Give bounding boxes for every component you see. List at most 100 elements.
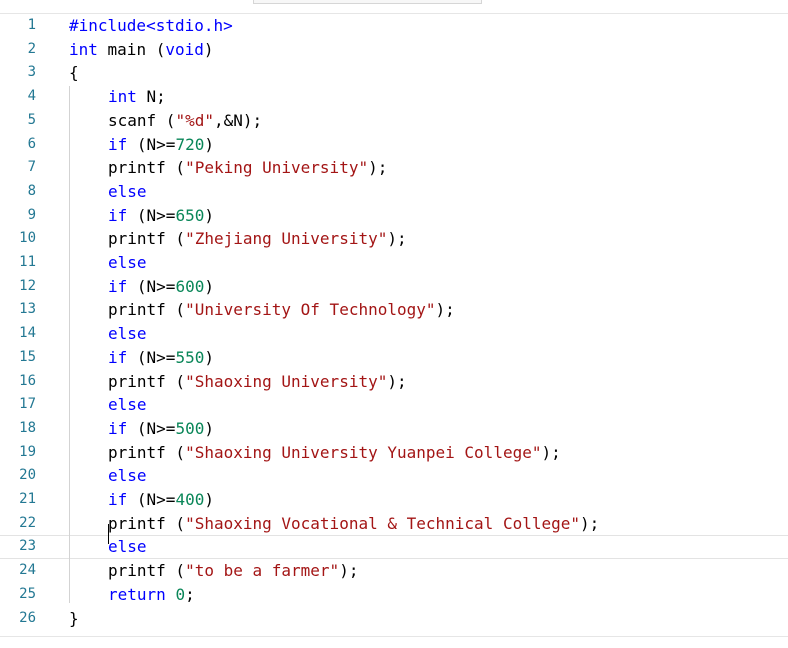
string-token: "Peking University" (185, 158, 369, 178)
line-number: 18 (19, 419, 36, 436)
code-token: (N>= (127, 276, 176, 296)
code-token: printf ( (108, 561, 186, 581)
code-line[interactable]: 14 else (0, 322, 788, 346)
keyword-token: if (108, 276, 128, 296)
line-number: 8 (27, 182, 36, 199)
code-text[interactable]: else (108, 536, 147, 558)
number-token: 500 (175, 418, 205, 438)
code-line[interactable]: 7 printf ("Peking University"); (0, 156, 788, 180)
code-text[interactable]: { (69, 62, 79, 84)
code-text[interactable]: if (N>=720) (108, 134, 214, 156)
number-token: 0 (175, 584, 186, 604)
code-text[interactable]: printf ("Shaoxing Vocational & Technical… (108, 513, 599, 535)
code-line[interactable]: 8 else (0, 180, 788, 204)
code-text[interactable]: scanf ("%d",&N); (108, 110, 262, 132)
keyword-token: if (108, 134, 128, 154)
code-line[interactable]: 26} (0, 607, 788, 631)
code-text[interactable]: else (108, 465, 147, 487)
code-token: printf ( (108, 442, 186, 462)
line-number: 17 (19, 396, 36, 413)
code-line[interactable]: 5 scanf ("%d",&N); (0, 109, 788, 133)
keyword-token: else (108, 537, 147, 557)
code-token: main ( (97, 39, 166, 59)
keyword-token: if (108, 490, 128, 509)
code-line[interactable]: 19 printf ("Shaoxing University Yuanpei C… (0, 441, 788, 465)
code-text[interactable]: } (69, 608, 79, 630)
code-line[interactable]: 11 else (0, 251, 788, 275)
code-text[interactable]: if (N>=650) (108, 205, 214, 227)
code-line[interactable]: 21 if (N>=400) (0, 488, 788, 512)
keyword-token: int (69, 39, 98, 59)
code-line[interactable]: 23 else (0, 535, 788, 559)
line-number: 6 (27, 135, 36, 152)
line-number: 5 (27, 111, 36, 128)
code-line[interactable]: 25 return 0; (0, 583, 788, 607)
code-token: ); (387, 371, 407, 391)
code-text[interactable]: printf ("University Of Technology"); (108, 299, 455, 321)
code-line[interactable]: 6 if (N>=720) (0, 133, 788, 157)
code-text[interactable]: if (N>=600) (108, 276, 214, 298)
code-text[interactable]: else (108, 181, 147, 203)
string-token: "to be a farmer" (185, 561, 340, 581)
code-token: ) (204, 134, 214, 154)
editor-tab[interactable] (253, 0, 482, 4)
line-number: 21 (19, 491, 36, 507)
code-line[interactable]: 15 if (N>=550) (0, 346, 788, 370)
code-text[interactable]: printf ("Shaoxing University Yuanpei Col… (108, 442, 561, 464)
code-text[interactable]: int N; (108, 86, 166, 108)
code-token: printf ( (108, 513, 186, 533)
code-line[interactable]: 18 if (N>=500) (0, 417, 788, 441)
code-line[interactable]: 20 else (0, 464, 788, 488)
string-token: "University Of Technology" (185, 300, 436, 320)
code-text[interactable]: printf ("Shaoxing University"); (108, 371, 407, 393)
keyword-token: else (108, 395, 147, 415)
code-text[interactable]: else (108, 252, 147, 274)
code-token: ) (204, 418, 214, 438)
editor-bottom-border (0, 636, 788, 637)
line-number: 9 (27, 206, 36, 223)
keyword-token: return (108, 584, 166, 604)
keyword-token: if (108, 347, 128, 367)
code-text[interactable]: return 0; (108, 584, 195, 606)
line-number: 1 (27, 17, 36, 33)
code-line[interactable]: 13 printf ("University Of Technology"); (0, 298, 788, 322)
keyword-token: else (108, 181, 147, 201)
code-text[interactable]: else (108, 394, 147, 416)
line-number: 12 (19, 277, 36, 294)
code-text[interactable]: #include<stdio.h> (69, 15, 233, 37)
code-line[interactable]: 10 printf ("Zhejiang University"); (0, 227, 788, 251)
code-line[interactable]: 24 printf ("to be a farmer"); (0, 559, 788, 583)
code-text[interactable]: if (N>=400) (108, 489, 214, 511)
code-line[interactable]: 3{ (0, 61, 788, 85)
line-number: 11 (19, 254, 36, 270)
code-line[interactable]: 4 int N; (0, 85, 788, 109)
code-text[interactable]: int main (void) (69, 39, 214, 61)
code-line[interactable]: 2 int main (void) (0, 38, 788, 62)
code-text[interactable]: printf ("to be a farmer"); (108, 560, 358, 582)
code-token: (N>= (127, 347, 176, 367)
code-editor[interactable]: 1 #include<stdio.h> 2 int main (void) 3{4 int… (0, 14, 788, 636)
code-text[interactable]: else (108, 323, 147, 345)
code-token: } (69, 608, 79, 628)
string-token: "Shaoxing Vocational & Technical College… (185, 513, 581, 533)
code-token: scanf ( (108, 110, 176, 130)
line-number: 14 (19, 325, 36, 342)
code-line[interactable]: 16 printf ("Shaoxing University"); (0, 370, 788, 394)
code-line[interactable]: 9 if (N>=650) (0, 204, 788, 228)
code-line[interactable]: 1 #include<stdio.h> (0, 14, 788, 38)
keyword-token: void (165, 39, 204, 59)
code-text[interactable]: if (N>=500) (108, 418, 214, 440)
code-token: ) (204, 490, 214, 509)
code-token: printf ( (108, 300, 186, 320)
code-line[interactable]: 12 if (N>=600) (0, 275, 788, 299)
code-text[interactable]: if (N>=550) (108, 347, 214, 369)
code-line[interactable]: 22 printf ("Shaoxing Vocational & Technic… (0, 512, 788, 536)
code-token: printf ( (108, 158, 186, 178)
code-line[interactable]: 17 else (0, 393, 788, 417)
code-token: ) (204, 205, 214, 225)
code-text[interactable]: printf ("Zhejiang University"); (108, 228, 407, 250)
line-number: 10 (19, 230, 36, 247)
keyword-token: #include<stdio.h> (69, 16, 233, 35)
code-text[interactable]: printf ("Peking University"); (108, 157, 387, 179)
